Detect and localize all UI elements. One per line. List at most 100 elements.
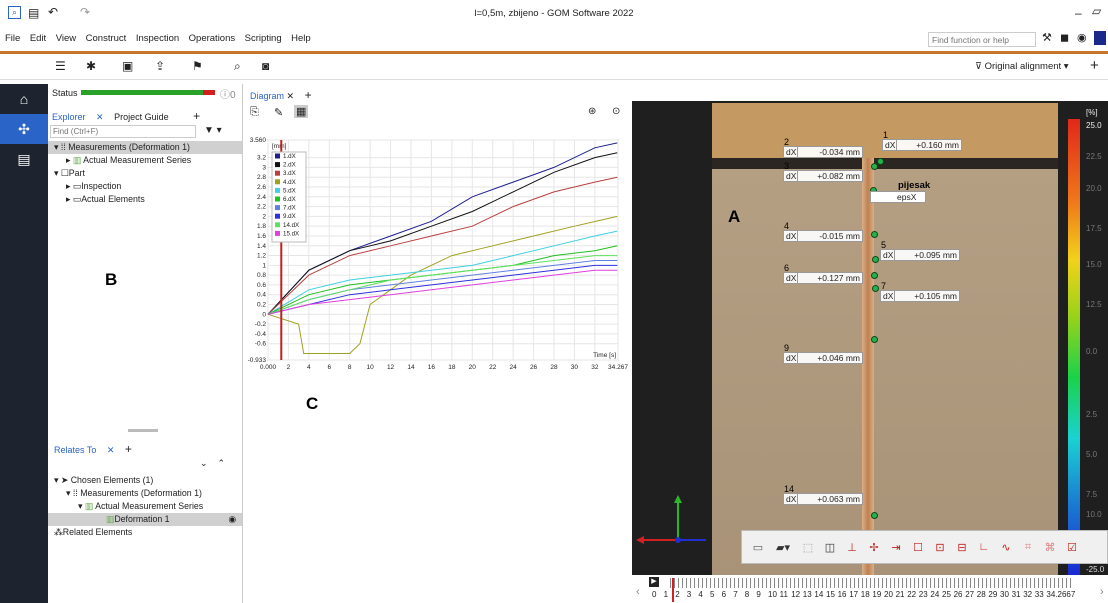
measurement-label-4[interactable]: 4 dX -0.015 mm (783, 221, 863, 242)
minimize-icon[interactable]: – (1075, 6, 1082, 20)
splitter-handle[interactable] (128, 429, 158, 432)
point-number: 2 (784, 137, 790, 147)
collapse-icon[interactable]: ⌄ ⌃ (200, 458, 225, 469)
zoom-icon[interactable]: ⌕ (234, 59, 241, 74)
deformation-chart[interactable]: 0.000 2 4 6 8 10 12 14 16 18 20 22 24 26 28 30 32 34.2673… (244, 128, 630, 388)
status-bar-error (203, 90, 215, 95)
measurement-point[interactable] (871, 336, 878, 343)
relates-chosen[interactable]: ▾ ➤ Chosen Elements (1) (48, 474, 242, 487)
select-icon[interactable]: ⬚ (798, 537, 818, 557)
tab-project-guide[interactable]: Project Guide (114, 112, 169, 122)
rect-icon[interactable]: ☐ (908, 537, 928, 557)
tree-item-series[interactable]: ▸ ▥ Actual Measurement Series (48, 154, 242, 167)
tab-diagram[interactable]: Diagram ✕ + (250, 88, 312, 102)
grid-icon[interactable]: ⌗ (1018, 537, 1038, 557)
find-input[interactable] (50, 125, 196, 138)
diagram-settings-icon[interactable]: ⊛ (588, 106, 596, 117)
check-icon[interactable]: ☑ (1062, 537, 1082, 557)
curve-icon[interactable]: ∿ (996, 537, 1016, 557)
angle-icon[interactable]: ∟ (974, 537, 994, 557)
measurement-label-14[interactable]: 14 dX +0.063 mm (783, 484, 863, 505)
add-tab-icon[interactable]: + (125, 442, 132, 456)
relates-related[interactable]: ⁂Related Elements (48, 526, 242, 539)
measurement-point[interactable] (871, 163, 878, 170)
menu-file[interactable]: File (5, 33, 20, 44)
tree-item-inspection[interactable]: ▸ ▭Inspection (48, 180, 242, 193)
table-icon[interactable]: ☰ (55, 59, 66, 73)
image-mode-icon[interactable]: ▰▾ (770, 537, 796, 557)
play-icon[interactable]: ▶ (649, 577, 659, 587)
relates-measurements[interactable]: ▾ ⁞⁞ Measurements (Deformation 1) (48, 487, 242, 500)
flag-icon[interactable]: ⚑ (192, 59, 203, 73)
colorbar-tick: 12.5 (1086, 300, 1102, 309)
explorer-icon[interactable]: ✣ (0, 114, 48, 144)
diagram-edit-icon[interactable]: ✎ (274, 106, 283, 119)
annotation-b: B (105, 270, 118, 289)
relates-deformation[interactable]: ▥Deformation 1 ◉ (48, 513, 242, 526)
point-icon[interactable]: ⊥ (842, 537, 862, 557)
user-icon[interactable]: ◉ (1077, 31, 1087, 44)
report-icon[interactable]: ▤ (0, 144, 48, 174)
diagram-more-icon[interactable]: ⊙ (612, 106, 620, 117)
tab-relates-to[interactable]: Relates To ✕ (54, 445, 114, 455)
split-icon[interactable]: ◫ (820, 537, 840, 557)
menu-view[interactable]: View (56, 33, 76, 44)
add-tab-icon[interactable]: + (193, 109, 200, 123)
component-icon[interactable]: ✱ (86, 59, 96, 73)
camera-icon[interactable]: ◙ (262, 59, 269, 73)
measurement-point[interactable] (872, 285, 879, 292)
menu-inspection[interactable]: Inspection (136, 33, 179, 44)
eye-icon[interactable]: ◉ (228, 513, 236, 526)
info-icon[interactable]: ⓘ0 (220, 86, 236, 101)
find-function-input[interactable] (928, 32, 1036, 47)
timeline-left-icon[interactable]: ‹ (636, 586, 640, 598)
menu-help[interactable]: Help (291, 33, 311, 44)
measurement-label-1[interactable]: 1 dX +0.160 mm (882, 130, 962, 151)
relates-series[interactable]: ▾ ▥ Actual Measurement Series (48, 500, 242, 513)
add-tab-icon[interactable]: + (305, 88, 312, 102)
timeline[interactable]: ‹ ▶ 0 1 2 3 4 5 6 7 8 9 10 11 12 13 14 15 16 17 18 19 20 21 22… (632, 575, 1108, 603)
measurement-label-3[interactable]: 3 dX +0.082 mm (783, 161, 863, 182)
tools-icon[interactable]: ⚒ (1042, 31, 1052, 44)
measurement-point[interactable] (871, 272, 878, 279)
timeline-right-icon[interactable]: › (1100, 586, 1104, 598)
timeline-tick-label: 30 (1000, 590, 1009, 599)
marker-grid (742, 373, 780, 433)
rect-fill-icon[interactable]: ⊡ (930, 537, 950, 557)
measurement-point[interactable] (871, 231, 878, 238)
filter-icon[interactable]: ▼ ▾ (204, 125, 222, 136)
measurement-label-7[interactable]: 7 dX +0.105 mm (880, 281, 960, 302)
menu-construct[interactable]: Construct (86, 33, 127, 44)
measurement-label-9[interactable]: 9 dX +0.046 mm (783, 343, 863, 364)
measurement-label-5[interactable]: 5 dX +0.095 mm (880, 240, 960, 261)
sub-rect-icon[interactable]: ⊟ (952, 537, 972, 557)
cross-icon[interactable]: ✢ (864, 537, 884, 557)
home-icon[interactable]: ⌂ (0, 84, 48, 114)
frame-icon[interactable]: ⌘ (1040, 537, 1060, 557)
restore-icon[interactable]: ▱ (1092, 4, 1101, 18)
cube-icon[interactable]: ▣ (122, 59, 133, 73)
measurement-point[interactable] (877, 158, 884, 165)
diagram-legend-icon[interactable]: ▦ (294, 105, 309, 118)
measurement-point[interactable] (872, 256, 879, 263)
tree-item-part[interactable]: ▾ ☐Part (48, 167, 242, 180)
menu-operations[interactable]: Operations (189, 33, 235, 44)
tab-explorer[interactable]: Explorer ✕ (52, 112, 104, 122)
timeline-tick-label: 22 (907, 590, 917, 599)
menu-scripting[interactable]: Scripting (245, 33, 282, 44)
y-tick-label: 3 (262, 164, 266, 171)
distance-icon[interactable]: ⇥ (886, 537, 906, 557)
add-icon[interactable]: + (1090, 57, 1099, 74)
bag-icon[interactable]: ◼ (1060, 31, 1069, 44)
tree-item-measurements[interactable]: ▾ ⁞⁞ Measurements (Deformation 1) (48, 141, 242, 154)
export-icon[interactable]: ⇪ (155, 59, 165, 73)
measurement-label-6[interactable]: 6 dX +0.127 mm (783, 263, 863, 284)
alignment-select[interactable]: ⊽ Original alignment ▾ (975, 61, 1069, 72)
diagram-export-icon[interactable]: ⎘ (250, 106, 259, 119)
menu-edit[interactable]: Edit (30, 33, 46, 44)
tree-item-actual-elements[interactable]: ▸ ▭Actual Elements (48, 193, 242, 206)
view-mode-icon[interactable]: ▭ (748, 537, 768, 557)
tree-label: Chosen Elements (1) (70, 475, 154, 485)
measurement-label-2[interactable]: 2 dX -0.034 mm (783, 137, 863, 158)
measurement-point[interactable] (871, 512, 878, 519)
